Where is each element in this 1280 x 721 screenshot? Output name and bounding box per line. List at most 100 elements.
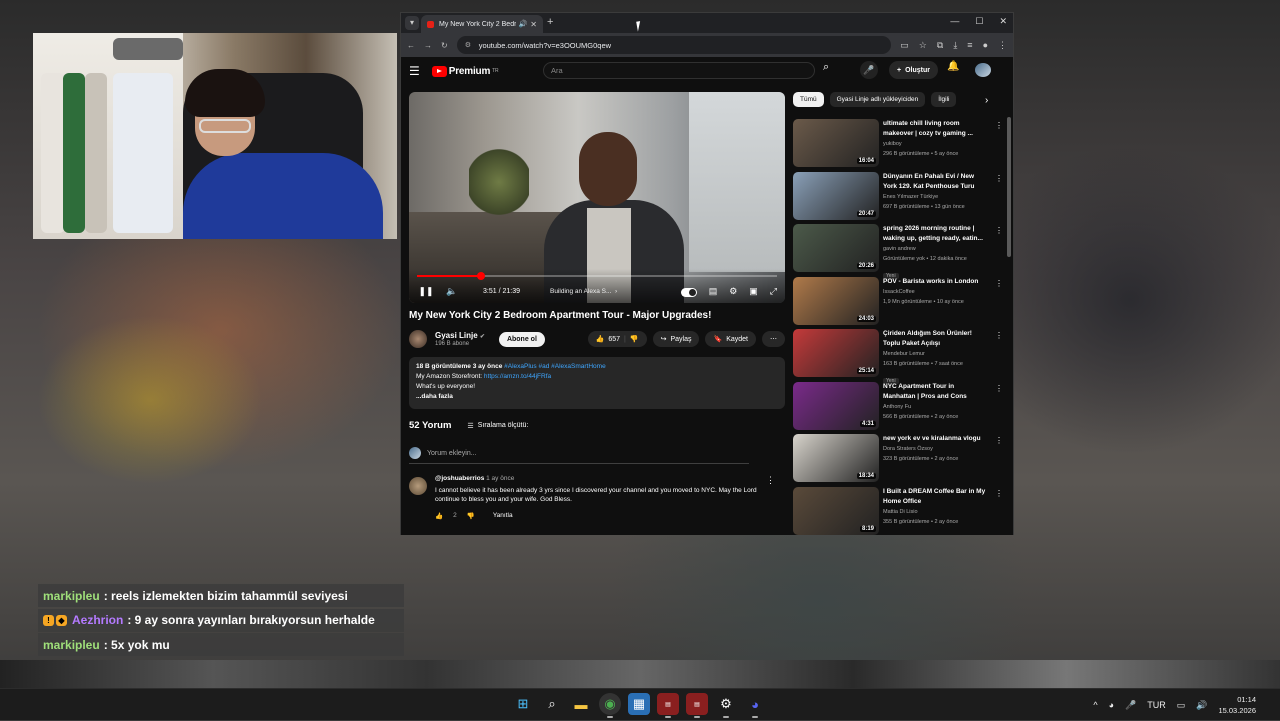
comment-dislike-icon[interactable]: 👎 <box>467 512 475 520</box>
commenter-avatar[interactable] <box>409 477 427 495</box>
description-box[interactable]: 18 B görüntüleme 3 ay önce #AlexaPlus #a… <box>409 357 785 409</box>
comment-menu-icon[interactable]: ⋮ <box>766 475 775 486</box>
video-thumbnail[interactable]: 8:19 <box>793 486 879 535</box>
recommended-channel[interactable]: Mendebur Lemur <box>883 349 988 359</box>
discord-icon[interactable]: ◕ <box>744 693 766 718</box>
progress-bar[interactable] <box>417 272 777 280</box>
chat-username[interactable]: Aezhrion <box>72 613 123 627</box>
recommended-video[interactable]: 24:03 POV - Barista works in London Issack… <box>793 276 1003 330</box>
discord-tray-icon[interactable]: ◕ <box>1109 700 1114 710</box>
tab-search-icon[interactable]: ▾ <box>405 16 419 30</box>
recommended-channel[interactable]: Enes Yılmazer Türkiye <box>883 192 988 202</box>
video-menu-icon[interactable]: ⋮ <box>995 174 1003 183</box>
windows-start-icon[interactable]: ⊞ <box>512 693 534 715</box>
video-thumbnail[interactable]: 4:31 <box>793 381 879 430</box>
scrubber-handle[interactable] <box>477 272 486 280</box>
close-window-button[interactable]: ✕ <box>999 16 1007 27</box>
video-thumbnail[interactable]: 20:47 <box>793 171 879 220</box>
chrome-icon[interactable]: ◉ <box>599 693 621 718</box>
speaker-icon[interactable]: 🔊 <box>1196 700 1207 711</box>
microphone-icon[interactable]: 🎤 <box>1125 700 1136 711</box>
channel-name[interactable]: Gyasi Linje <box>435 331 478 340</box>
video-menu-icon[interactable]: ⋮ <box>995 384 1003 393</box>
recommended-title[interactable]: new york ev ve kiralanma vlogu <box>883 434 988 444</box>
video-menu-icon[interactable]: ⋮ <box>995 331 1003 340</box>
forward-icon[interactable]: → <box>424 41 432 50</box>
tab-youtube[interactable]: My New York City 2 Bedroo 🔊 ✕ <box>421 15 543 33</box>
recommended-video[interactable]: 20:47 Dünyanın En Pahalı Evi / New York 1… <box>793 171 1003 225</box>
volume-icon[interactable]: 🔈 <box>443 286 461 297</box>
hashtags[interactable]: #AlexaPlus #ad #AlexaSmartHome <box>504 363 606 370</box>
recommended-title[interactable]: I Built a DREAM Coffee Bar in My Home Of… <box>883 487 988 507</box>
recommended-video[interactable]: 20:26 spring 2026 morning routine | wakin… <box>793 224 1003 279</box>
search-icon[interactable]: ⌕ <box>541 693 563 715</box>
like-button[interactable]: 👍 657 | 👎 <box>587 331 647 347</box>
chat-username[interactable]: markipleu <box>43 638 100 652</box>
recommended-video[interactable]: 18:34 new york ev ve kiralanma vlogu Dora … <box>793 434 1003 487</box>
video-thumbnail[interactable]: 24:03 <box>793 276 879 325</box>
network-icon[interactable]: ▭ <box>1177 700 1186 711</box>
video-menu-icon[interactable]: ⋮ <box>995 436 1003 445</box>
reply-button[interactable]: Yanıtla <box>493 512 513 520</box>
settings-gear-icon[interactable]: ⚙ <box>715 693 737 718</box>
miniplayer-icon[interactable]: ▣ <box>749 286 758 297</box>
recommended-video[interactable]: 16:04 ultimate chill living room makeover… <box>793 119 1003 172</box>
chapter-title[interactable]: Building an Alexa S... <box>550 288 611 295</box>
close-tab-icon[interactable]: ✕ <box>530 20 537 29</box>
recommended-channel[interactable]: Dora Straters Özsoy <box>883 444 988 454</box>
video-thumbnail[interactable]: 25:14 <box>793 329 879 377</box>
tray-overflow-icon[interactable]: ^ <box>1093 700 1097 710</box>
search-icon[interactable]: ⌕ <box>823 61 829 74</box>
channel-avatar[interactable] <box>409 330 427 348</box>
more-actions-icon[interactable]: ⋯ <box>762 331 785 347</box>
bookmark-star-icon[interactable]: ☆ <box>919 40 927 51</box>
account-avatar[interactable] <box>975 63 991 77</box>
extensions-icon[interactable]: ⧉ <box>937 40 943 51</box>
storefront-link[interactable]: https://amzn.to/44jFRfa <box>484 373 551 380</box>
recommended-channel[interactable]: gavin andrew <box>883 244 988 254</box>
video-player[interactable]: ❚❚ 🔈 3:51 / 21:39 Building an Alexa S...… <box>409 92 785 303</box>
video-thumbnail[interactable]: 20:26 <box>793 224 879 272</box>
sort-button[interactable]: ☰ Sıralama ölçütü: <box>467 422 528 430</box>
recommended-title[interactable]: POV - Barista works in London <box>883 277 988 287</box>
youtube-logo[interactable]: Premium TR <box>431 65 499 77</box>
audio-playing-icon[interactable]: 🔊 <box>519 20 528 28</box>
back-icon[interactable]: ← <box>407 41 415 50</box>
thumbs-down-icon[interactable]: 👎 <box>630 335 639 343</box>
url-field[interactable]: ⚙ youtube.com/watch?v=e3OOUMG0qew <box>456 36 892 54</box>
chip-2[interactable]: İlgili <box>931 92 957 107</box>
maximize-button[interactable]: ☐ <box>975 16 983 27</box>
clock[interactable]: 01:14 15.03.2026 <box>1218 694 1256 716</box>
chips-next-icon[interactable]: › <box>985 95 988 106</box>
show-more-link[interactable]: ...daha fazla <box>416 392 778 402</box>
recommended-video[interactable]: 4:31 NYC Apartment Tour in Manhattan | Pr… <box>793 381 1003 435</box>
chat-username[interactable]: markipleu <box>43 589 100 603</box>
add-comment-field[interactable]: Yorum ekleyin... <box>409 447 749 464</box>
file-explorer-icon[interactable]: ▬ <box>570 693 592 715</box>
new-tab-button[interactable]: + <box>547 16 553 28</box>
browser-menu-icon[interactable]: ⋮ <box>998 40 1007 51</box>
video-menu-icon[interactable]: ⋮ <box>995 489 1003 498</box>
pause-icon[interactable]: ❚❚ <box>417 286 435 297</box>
save-button[interactable]: 🔖 Kaydet <box>705 331 756 347</box>
chip-0[interactable]: Tümü <box>793 92 824 107</box>
create-button[interactable]: + Oluştur <box>889 61 938 79</box>
fullscreen-icon[interactable]: ⤢ <box>770 286 777 297</box>
subscribe-button[interactable]: Abone ol <box>498 331 545 347</box>
cast-icon[interactable]: ▭ <box>900 40 909 51</box>
recommended-video[interactable]: 8:19 I Built a DREAM Coffee Bar in My Hom… <box>793 486 1003 536</box>
search-input[interactable]: Ara <box>543 62 815 79</box>
reload-icon[interactable]: ↻ <box>441 41 448 50</box>
recommended-channel[interactable]: IssackCoffee <box>883 287 988 297</box>
stream-app-icon[interactable]: ▤ <box>657 693 679 718</box>
menu-icon[interactable]: ☰ <box>409 64 420 78</box>
comment-author[interactable]: @joshuaberrios <box>435 475 484 482</box>
notifications-bell-icon[interactable]: 🔔 <box>947 61 959 72</box>
video-thumbnail[interactable]: 16:04 <box>793 119 879 167</box>
recommended-title[interactable]: ultimate chill living room makeover | co… <box>883 119 988 139</box>
chevron-right-icon[interactable]: › <box>611 288 617 295</box>
recommended-video[interactable]: 25:14 Çiriden Aldığım Son Ürünler! Toplu … <box>793 329 1003 384</box>
minimize-button[interactable]: — <box>950 16 959 27</box>
share-button[interactable]: ↪ Paylaş <box>652 331 700 347</box>
photos-app-icon[interactable]: ▦ <box>628 693 650 715</box>
